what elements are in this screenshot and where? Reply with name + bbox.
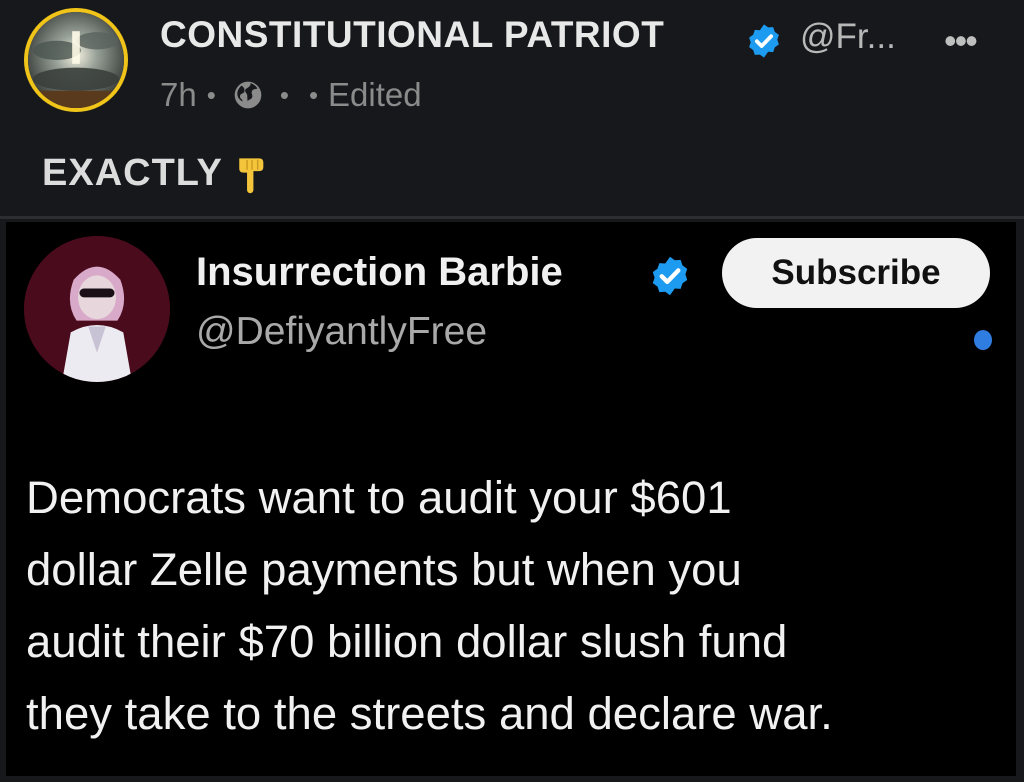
embedded-tweet-image[interactable]: Insurrection Barbie @DefiyantlyFree Subs… xyxy=(6,222,1016,776)
embedded-author-name: Insurrection Barbie xyxy=(196,250,563,294)
post-text-content: EXACTLY xyxy=(42,152,223,194)
tweet-text-line: audit their $70 billion dollar slush fun… xyxy=(26,616,788,667)
pointing-down-hand-icon xyxy=(239,157,264,193)
divider xyxy=(0,216,1024,219)
embedded-author-avatar xyxy=(24,236,170,382)
verified-badge-icon xyxy=(749,24,779,58)
globe-icon xyxy=(234,81,262,109)
tweet-text-line: dollar Zelle payments but when you xyxy=(26,544,742,595)
tweet-text-line: Democrats want to audit your $601 xyxy=(26,472,732,523)
more-icon[interactable]: ••• xyxy=(944,20,978,62)
avatar-image xyxy=(28,12,124,108)
tweet-text-line: they take to the streets and declare war… xyxy=(26,688,833,739)
author-handle[interactable]: @Fr... xyxy=(800,17,896,57)
post-time: 7h xyxy=(160,76,197,113)
author-avatar[interactable] xyxy=(24,8,128,112)
verified-badge-icon xyxy=(652,256,688,296)
embedded-avatar-image xyxy=(24,236,170,382)
post-header: CONSTITUTIONAL PATRIOT @Fr... ••• 7h • •… xyxy=(0,0,1024,140)
unread-dot xyxy=(974,330,992,350)
subscribe-button: Subscribe xyxy=(722,238,990,308)
embedded-author-handle: @DefiyantlyFree xyxy=(196,310,488,353)
author-name[interactable]: CONSTITUTIONAL PATRIOT xyxy=(160,14,664,56)
separator-dot: • xyxy=(206,79,216,110)
edited-label: Edited xyxy=(328,76,422,113)
separator-dot: • xyxy=(308,79,319,110)
post-text: EXACTLY xyxy=(42,152,269,195)
separator-dot: • xyxy=(279,79,289,110)
embedded-tweet-text: Democrats want to audit your $601 dollar… xyxy=(26,462,1011,750)
post-meta: 7h • • • Edited xyxy=(160,76,422,114)
